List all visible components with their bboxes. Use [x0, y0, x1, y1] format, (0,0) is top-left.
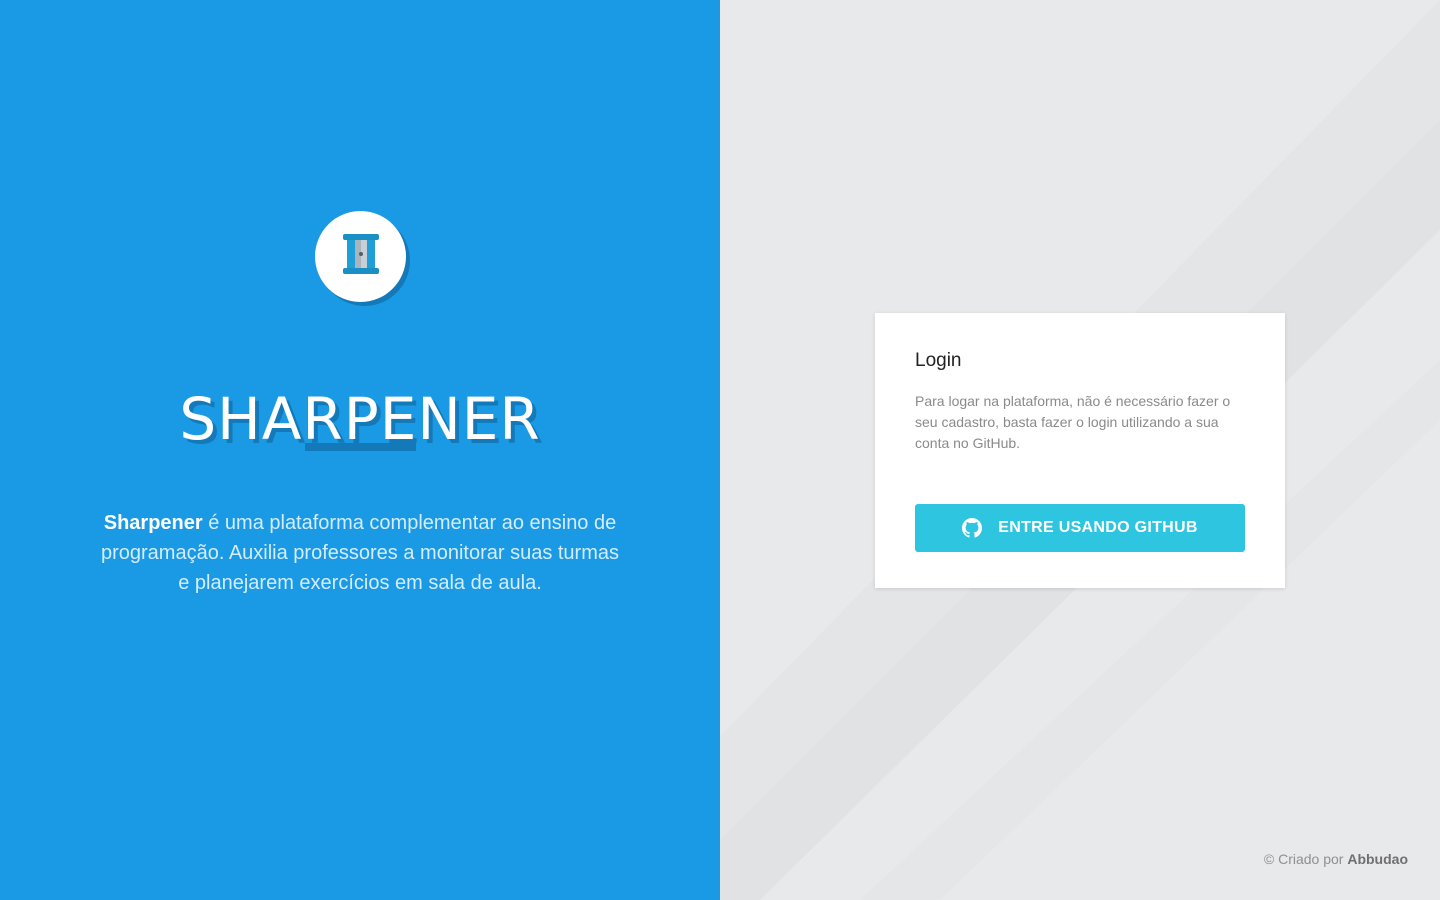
footer-author-link[interactable]: Abbudao [1347, 851, 1408, 867]
logo-circle [315, 211, 406, 302]
github-login-button[interactable]: ENTRE USANDO GITHUB [915, 504, 1245, 552]
login-card: Login Para logar na plataforma, não é ne… [875, 313, 1285, 588]
login-page: SHARPENER Sharpener é uma plataforma com… [0, 0, 1440, 900]
logo [315, 211, 410, 306]
brand-panel: SHARPENER Sharpener é uma plataforma com… [0, 0, 720, 900]
footer-credit: © Criado por Abbudao [1264, 851, 1408, 867]
login-panel: Login Para logar na plataforma, não é ne… [720, 0, 1440, 900]
login-description: Para logar na plataforma, não é necessár… [915, 393, 1231, 451]
tagline-brand-name: Sharpener [103, 512, 203, 534]
login-title: Login [915, 350, 962, 371]
github-login-label: ENTRE USANDO GITHUB [998, 519, 1198, 536]
title-divider [305, 443, 416, 451]
brand-tagline: Sharpener é uma plataforma complementar … [95, 508, 625, 598]
pencil-sharpener-icon [341, 232, 381, 281]
footer-prefix: © Criado por [1263, 851, 1348, 867]
github-icon [962, 518, 983, 538]
